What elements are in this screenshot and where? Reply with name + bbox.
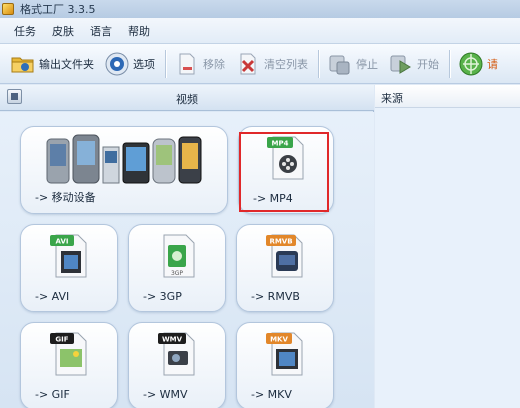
start-button[interactable]: 开始 <box>388 48 439 80</box>
tile-mobile-devices[interactable]: -> 移动设备 <box>20 126 228 214</box>
app-logo-icon <box>2 3 14 15</box>
stop-button[interactable]: 停止 <box>327 48 378 80</box>
toolbar-separator <box>165 49 166 78</box>
gif-badge-text: GIF <box>55 336 68 344</box>
video-category-title: 视频 <box>176 93 198 106</box>
output-folder-label: 输出文件夹 <box>39 57 94 71</box>
tile-gif[interactable]: GIF -> GIF <box>20 322 118 408</box>
menu-language[interactable]: 语言 <box>90 23 112 39</box>
mobile-devices-icon <box>45 133 205 192</box>
clear-list-icon <box>235 51 261 77</box>
toolbar: 输出文件夹 选项 移除 清空列表 停止 开始 请 <box>0 44 520 84</box>
partial-toolbar-label: 请 <box>487 57 498 71</box>
mp4-badge-text: MP4 <box>272 140 289 148</box>
tile-label: -> GIF <box>35 388 70 401</box>
options-button[interactable]: 选项 <box>104 48 155 80</box>
remove-document-icon <box>174 51 200 77</box>
stop-label: 停止 <box>356 57 378 71</box>
wmv-badge-text: WMV <box>162 336 183 344</box>
gif-file-icon: GIF <box>48 329 92 380</box>
format-tile-grid: -> 移动设备 MP4 -> MP4 AVI -> AVI 3GP -> 3GP… <box>0 112 374 408</box>
mkv-file-icon: MKV <box>264 329 308 380</box>
category-panel: 视频 -> 移动设备 MP4 -> MP4 AVI -> AVI 3GP -> … <box>0 85 374 408</box>
3gp-badge-text: 3GP <box>171 270 183 277</box>
options-label: 选项 <box>133 57 155 71</box>
folder-icon <box>10 51 36 77</box>
menu-skin[interactable]: 皮肤 <box>52 23 74 39</box>
task-list-panel: 来源 <box>375 85 520 408</box>
rmvb-badge-text: RMVB <box>269 238 292 246</box>
tile-label: -> WMV <box>143 388 188 401</box>
mp4-file-icon: MP4 <box>265 133 309 184</box>
options-gear-icon <box>104 51 130 77</box>
mkv-badge-text: MKV <box>270 336 288 344</box>
tile-wmv[interactable]: WMV -> WMV <box>128 322 226 408</box>
tile-label: -> 3GP <box>143 290 182 303</box>
remove-label: 移除 <box>203 57 225 71</box>
avi-badge-text: AVI <box>56 238 69 246</box>
globe-icon <box>458 51 484 77</box>
tile-mp4[interactable]: MP4 -> MP4 <box>238 126 334 214</box>
start-icon <box>388 51 414 77</box>
remove-button[interactable]: 移除 <box>174 48 225 80</box>
avi-file-icon: AVI <box>48 231 92 282</box>
output-folder-button[interactable]: 输出文件夹 <box>10 48 94 80</box>
tile-label: -> 移动设备 <box>35 191 96 204</box>
tile-label: -> AVI <box>35 290 70 303</box>
toolbar-separator <box>449 49 450 78</box>
menu-bar: 任务 皮肤 语言 帮助 <box>0 18 520 44</box>
tile-avi[interactable]: AVI -> AVI <box>20 224 118 312</box>
clear-list-label: 清空列表 <box>264 57 308 71</box>
tile-label: -> MP4 <box>253 192 293 205</box>
source-column-header[interactable]: 来源 <box>375 85 520 108</box>
tile-label: -> RMVB <box>251 290 300 303</box>
title-bar: 格式工厂 3.3.5 <box>0 0 520 18</box>
menu-task[interactable]: 任务 <box>14 23 36 39</box>
stop-icon <box>327 51 353 77</box>
task-list-body[interactable] <box>375 108 520 408</box>
start-label: 开始 <box>417 57 439 71</box>
tile-mkv[interactable]: MKV -> MKV <box>236 322 334 408</box>
3gp-file-icon: 3GP <box>156 231 200 282</box>
toolbar-separator <box>318 49 319 78</box>
window-title: 格式工厂 3.3.5 <box>20 3 96 16</box>
rmvb-file-icon: RMVB <box>264 231 308 282</box>
tile-rmvb[interactable]: RMVB -> RMVB <box>236 224 334 312</box>
wmv-file-icon: WMV <box>156 329 200 380</box>
partial-toolbar-button[interactable]: 请 <box>458 48 498 80</box>
clear-list-button[interactable]: 清空列表 <box>235 48 308 80</box>
video-category-header[interactable]: 视频 <box>0 85 374 111</box>
tile-3gp[interactable]: 3GP -> 3GP <box>128 224 226 312</box>
menu-help[interactable]: 帮助 <box>128 23 150 39</box>
tile-label: -> MKV <box>251 388 292 401</box>
